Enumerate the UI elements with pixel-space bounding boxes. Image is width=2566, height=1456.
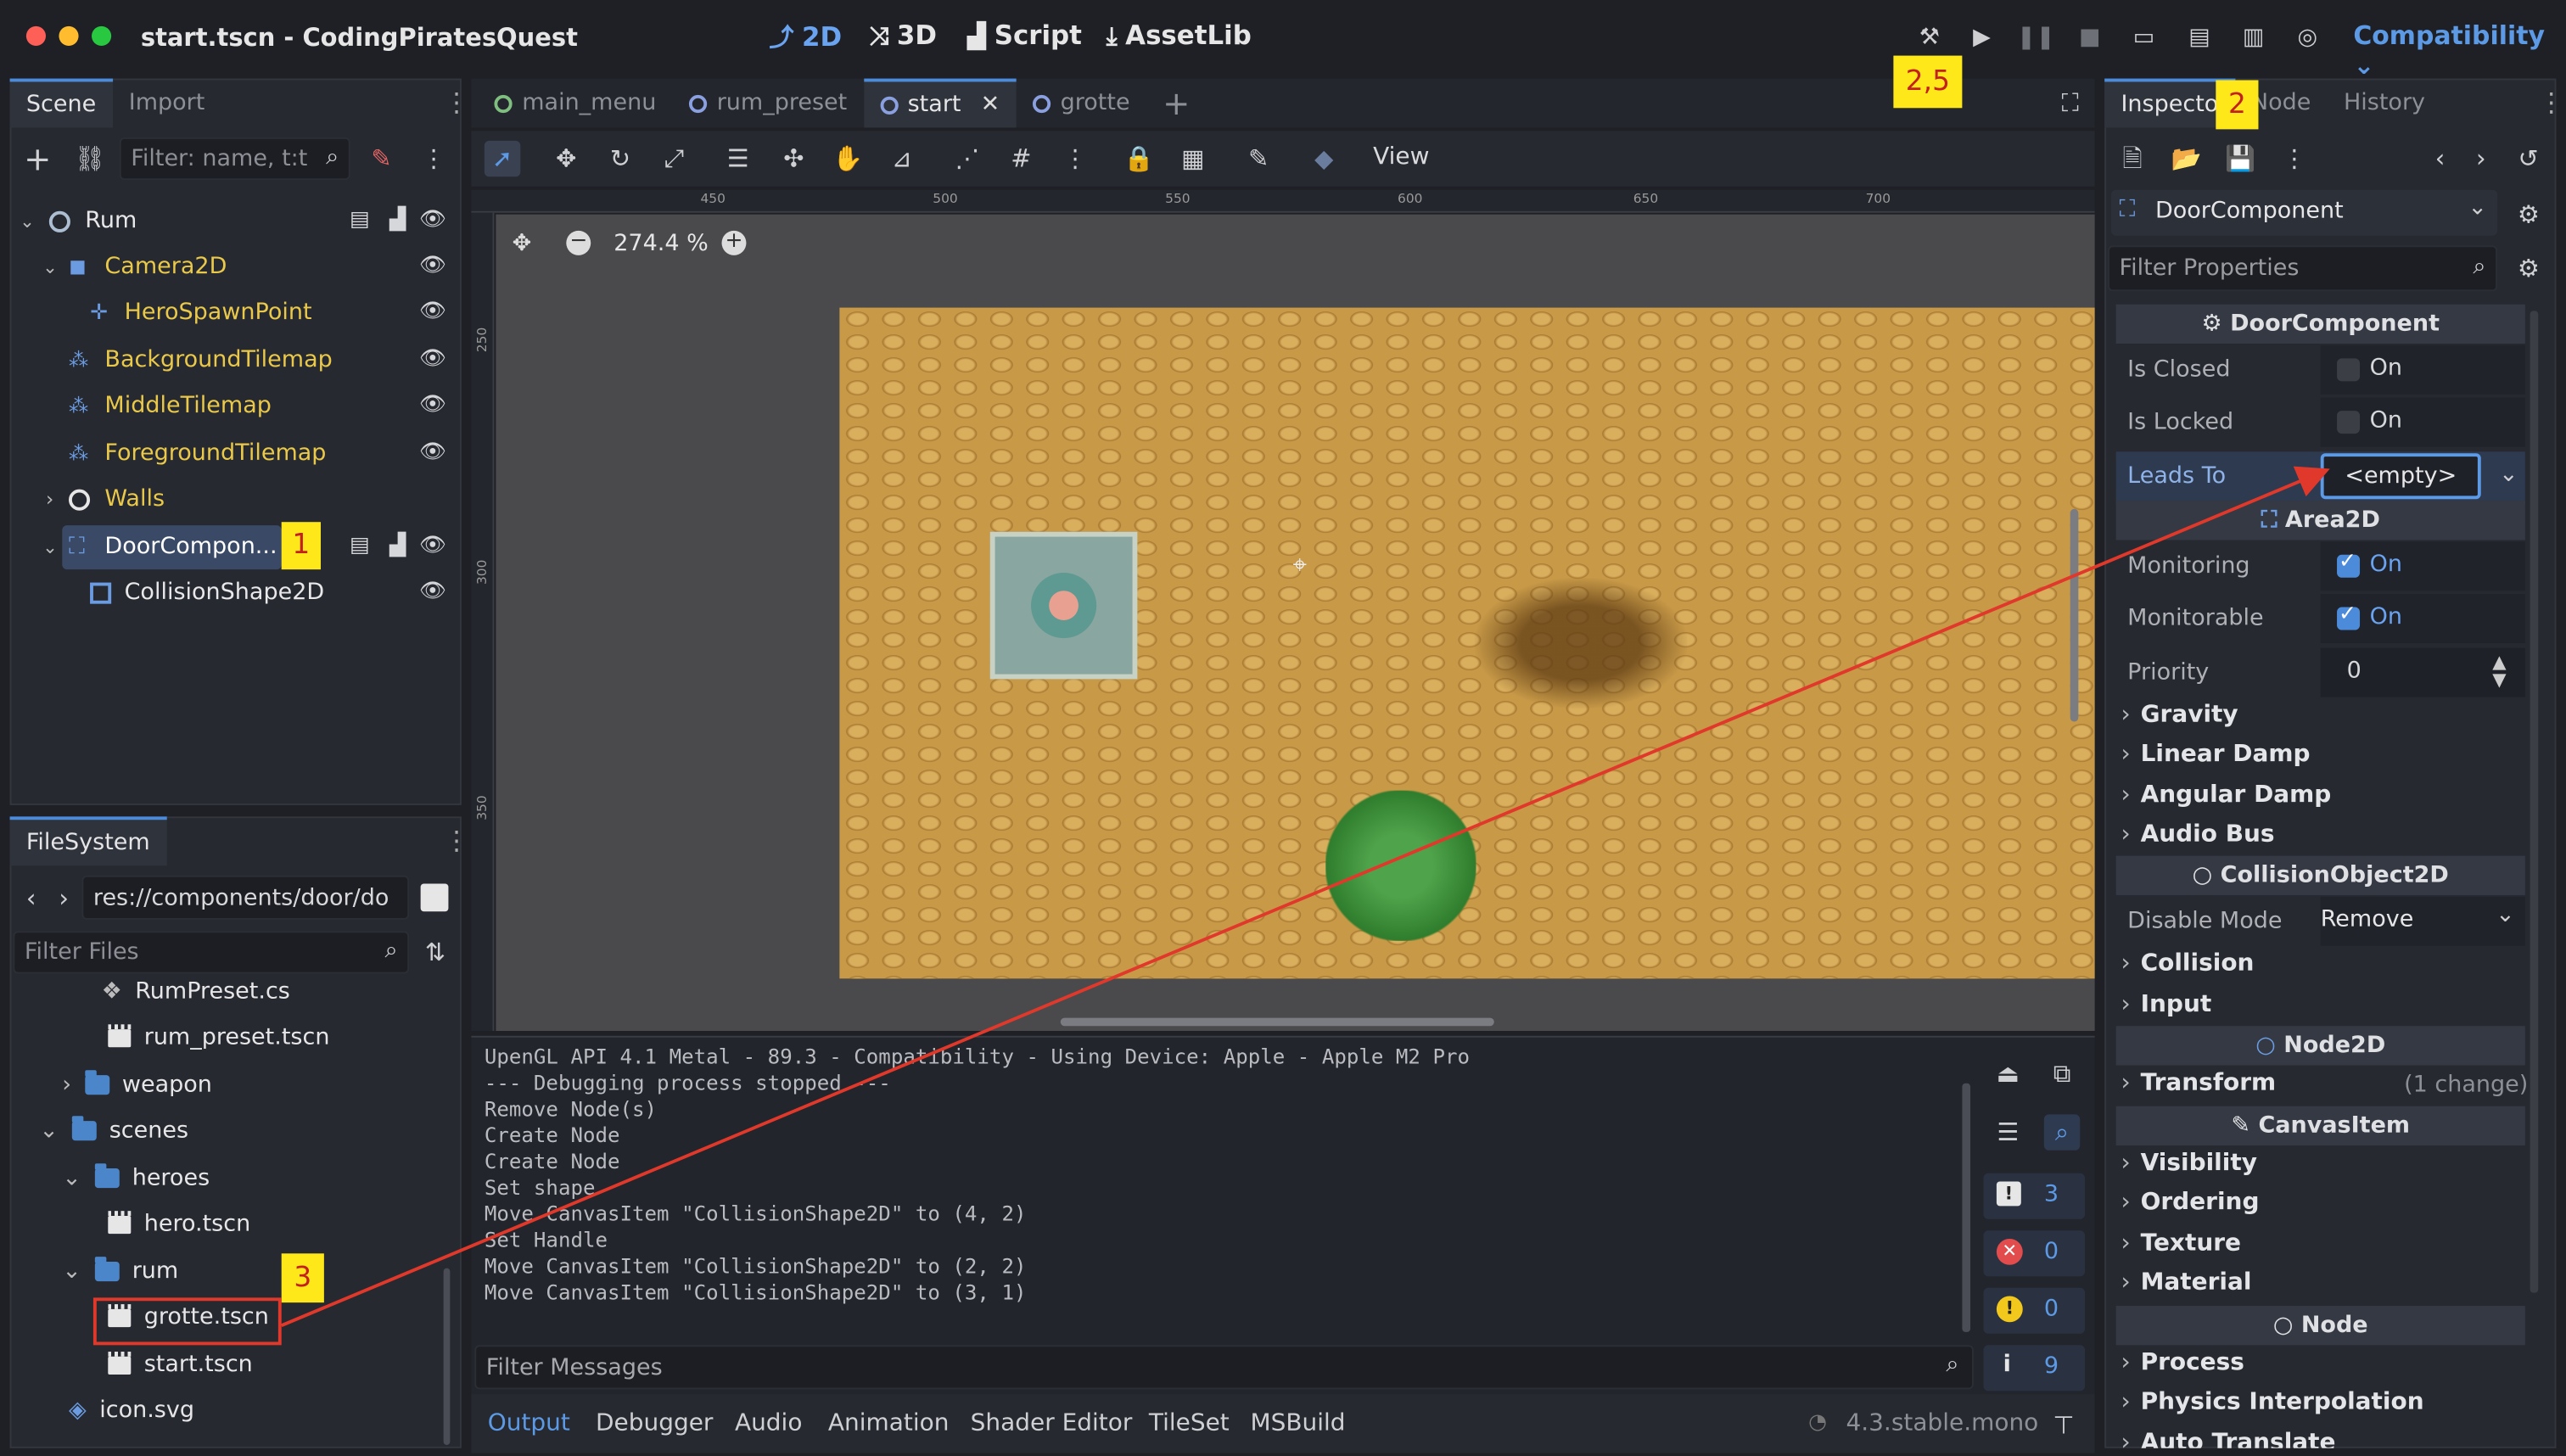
annotation-arrow-line (280, 466, 2330, 1327)
annotation-arrow (280, 466, 2330, 1327)
